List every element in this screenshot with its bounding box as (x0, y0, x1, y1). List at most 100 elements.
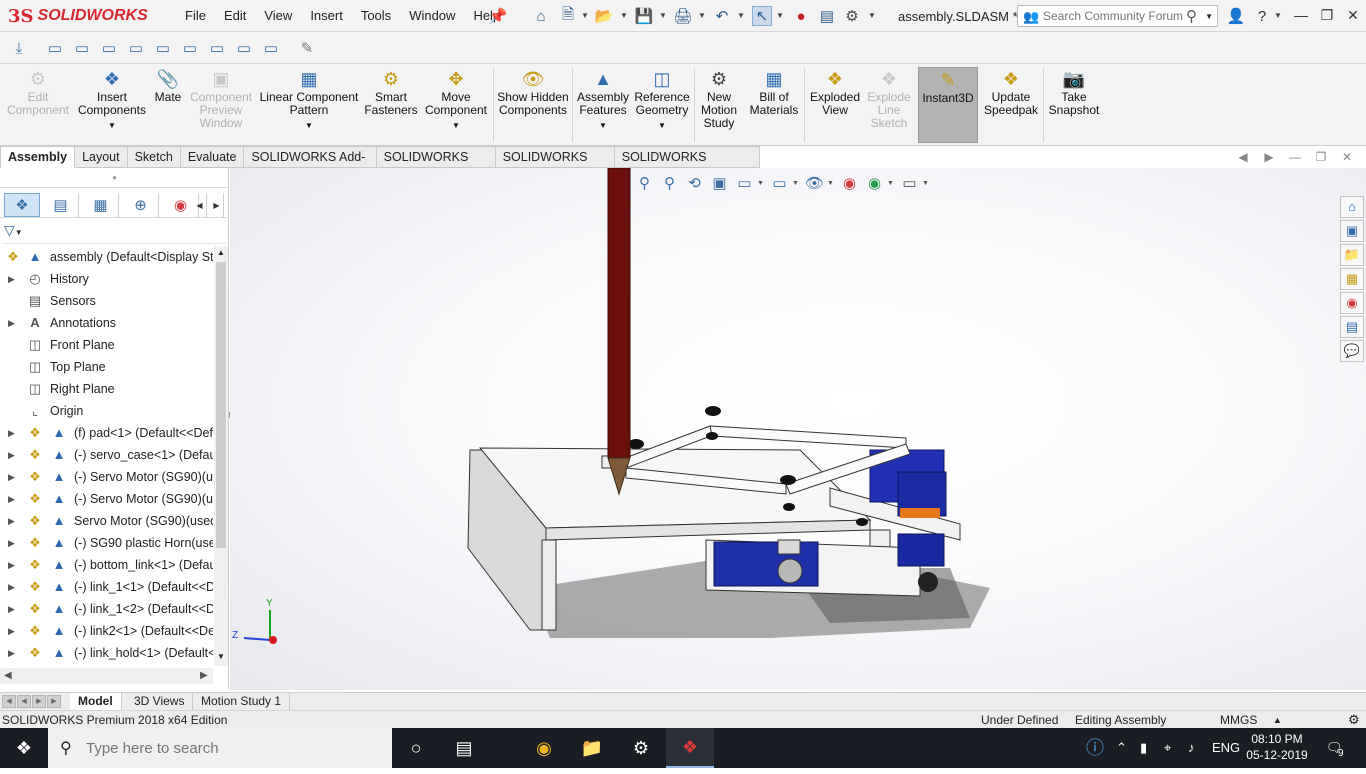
new-motion-study-button[interactable]: ⚙ New Motion Study (697, 67, 741, 143)
cube-view-8-icon[interactable]: ▭ (233, 37, 255, 59)
language-indicator[interactable]: ENG (1212, 728, 1240, 768)
rebuild-traffic-light-icon[interactable]: ● (791, 6, 811, 26)
help-icon[interactable]: ? (1252, 6, 1272, 26)
print-dropdown-icon[interactable]: ▼ (698, 11, 706, 20)
undo-dropdown-icon[interactable]: ▼ (737, 11, 745, 20)
tree-item-part[interactable]: ▶ ❖ ▲ (-) link2<1> (Default<<De (0, 620, 213, 642)
expand-arrow-icon[interactable]: ▶ (8, 532, 15, 554)
filter-dropdown-icon[interactable]: ▼ (15, 228, 23, 237)
tree-item-sensors[interactable]: ▤ Sensors (0, 290, 213, 312)
undo-icon[interactable]: ↶ (712, 6, 732, 26)
move-component-dropdown-icon[interactable]: ▼ (452, 119, 460, 132)
options-gear-icon[interactable]: ⚙ (842, 6, 862, 26)
menu-view[interactable]: View (255, 8, 301, 23)
solidworks-taskbar-icon[interactable]: ❖ (666, 728, 714, 768)
menu-file[interactable]: File (176, 8, 215, 23)
save-icon[interactable]: 💾 (634, 6, 654, 26)
cortana-icon[interactable]: ○ (392, 728, 440, 768)
design-library-icon[interactable]: ▣ (1340, 220, 1364, 242)
component-preview-button[interactable]: ▣ Component Preview Window (188, 67, 254, 143)
tab-model[interactable]: Model (70, 693, 122, 711)
user-icon[interactable]: 👤 (1226, 6, 1246, 26)
select-cursor-icon[interactable]: ↖ (752, 6, 772, 26)
expand-arrow-icon[interactable]: ▶ (8, 444, 15, 466)
expand-arrow-icon[interactable]: ▶ (8, 422, 15, 444)
expand-arrow-icon[interactable]: ▶ (8, 466, 15, 488)
next-tab-icon[interactable]: ▶ (32, 695, 46, 708)
configuration-manager-tab-icon[interactable]: ▦ (83, 193, 119, 217)
tree-filter[interactable]: ▽▼ (4, 222, 226, 244)
tree-item-part[interactable]: ▶ ❖ ▲ (-) SG90 plastic Horn(used (0, 532, 213, 554)
zoom-to-area-icon[interactable]: ⚲ (657, 174, 682, 194)
exploded-view-button[interactable]: ❖ Exploded View (808, 67, 862, 143)
expand-arrow-icon[interactable]: ▶ (8, 620, 15, 642)
scroll-thumb[interactable] (216, 262, 226, 548)
menu-edit[interactable]: Edit (215, 8, 255, 23)
tree-item-part[interactable]: ▶ ❖ ▲ (-) Servo Motor (SG90)(use (0, 488, 213, 510)
task-view-icon[interactable]: ▤ (440, 728, 488, 768)
tab-inspection[interactable]: SOLIDWORKS Inspection (614, 146, 760, 185)
tab-3d-views[interactable]: 3D Views (126, 693, 194, 711)
units-selector[interactable]: MMGS (1220, 711, 1257, 729)
expand-arrow-icon[interactable]: ▶ (8, 576, 15, 598)
tab-scroll-left-icon[interactable]: ◀ (193, 193, 207, 217)
tree-item-part[interactable]: ▶ ❖ ▲ (-) link_1<2> (Default<<D (0, 598, 213, 620)
assembly-features-dropdown-icon[interactable]: ▼ (599, 119, 607, 132)
save-dropdown-icon[interactable]: ▼ (659, 11, 667, 20)
help-tray-icon[interactable]: ⓘ (1086, 728, 1104, 768)
tree-item-top-plane[interactable]: ◫ Top Plane (0, 356, 213, 378)
system-clock[interactable]: 08:10 PM 05-12-2019 (1240, 731, 1314, 763)
edit-component-button[interactable]: ⚙ Edit Component (6, 67, 70, 143)
tree-horizontal-scrollbar[interactable]: ◀ ▶ (0, 668, 213, 684)
previous-view-icon[interactable]: ◀ (1230, 150, 1256, 164)
linear-component-pattern-button[interactable]: ▦ Linear Component Pattern ▼ (258, 67, 360, 143)
tab-layout[interactable]: Layout (75, 146, 128, 168)
feature-manager-tab-icon[interactable]: ❖ (4, 193, 40, 217)
network-icon[interactable]: ⌖ (1164, 728, 1171, 768)
taskbar-search-input[interactable] (86, 737, 376, 759)
tree-item-part[interactable]: ▶ ❖ ▲ (-) Servo Motor (SG90)(use (0, 466, 213, 488)
dimxpert-tab-icon[interactable]: ⊕ (123, 193, 159, 217)
file-explorer-taskbar-icon[interactable]: 📁 (568, 728, 616, 768)
custom-properties-icon[interactable]: ▤ (1340, 316, 1364, 338)
first-tab-icon[interactable]: ◀ (2, 695, 16, 708)
tab-cam[interactable]: SOLIDWORKS CAM (495, 146, 615, 185)
view-settings-dropdown-icon[interactable]: ▼ (922, 174, 932, 194)
assembly-features-button[interactable]: ▲ Assembly Features ▼ (575, 67, 631, 143)
scroll-left-icon[interactable]: ◀ (4, 670, 12, 681)
solidworks-resources-icon[interactable]: ⌂ (1340, 196, 1364, 218)
show-hidden-icons-icon[interactable]: ⌃ (1116, 728, 1127, 768)
graphics-viewport[interactable]: Y Z (230, 168, 1366, 690)
tree-vertical-scrollbar[interactable]: ▲ ▼ (214, 246, 228, 666)
cube-view-7-icon[interactable]: ▭ (206, 37, 228, 59)
assembly-3d-model[interactable]: Y Z (230, 168, 1366, 690)
cube-view-6-icon[interactable]: ▭ (179, 37, 201, 59)
units-dropdown-icon[interactable]: ▲ (1273, 711, 1282, 729)
edit-appearance-icon[interactable]: ◉ (837, 174, 862, 194)
view-orientation-icon[interactable]: ▭ (732, 174, 757, 194)
expand-arrow-icon[interactable]: ▶ (8, 554, 15, 576)
reference-geometry-dropdown-icon[interactable]: ▼ (658, 119, 666, 132)
display-style-dropdown-icon[interactable]: ▼ (792, 174, 802, 194)
new-document-icon[interactable]: 🗎 (558, 6, 578, 26)
expand-arrow-icon[interactable]: ▶ (8, 598, 15, 620)
tree-item-right-plane[interactable]: ◫ Right Plane (0, 378, 213, 400)
tab-assembly[interactable]: Assembly (0, 146, 76, 168)
options-dropdown-icon[interactable]: ▼ (868, 11, 876, 20)
solidworks-logo[interactable]: 3S SOLIDWORKS (8, 4, 154, 28)
move-component-button[interactable]: ✥ Move Component ▼ (423, 67, 489, 143)
open-icon[interactable]: 📂 (594, 6, 614, 26)
panel-split-handle[interactable]: ● (0, 168, 229, 188)
home-icon[interactable]: ⌂ (531, 6, 551, 26)
viewport-close-icon[interactable]: ✕ (1334, 150, 1360, 164)
expand-arrow-icon[interactable]: ▶ (8, 312, 15, 334)
tree-item-origin[interactable]: ⌞ Origin (0, 400, 213, 422)
insert-components-button[interactable]: ❖ Insert Components ▼ (76, 67, 148, 143)
close-window-icon[interactable]: ✕ (1339, 4, 1366, 26)
tree-item-annotations[interactable]: ▶ A Annotations (0, 312, 213, 334)
appearances-icon[interactable]: ◉ (1340, 292, 1364, 314)
battery-icon[interactable]: ▮ (1140, 728, 1147, 768)
take-snapshot-button[interactable]: 📷 Take Snapshot (1046, 67, 1102, 143)
cube-view-5-icon[interactable]: ▭ (152, 37, 174, 59)
pin-icon[interactable]: 📌 (488, 6, 508, 26)
